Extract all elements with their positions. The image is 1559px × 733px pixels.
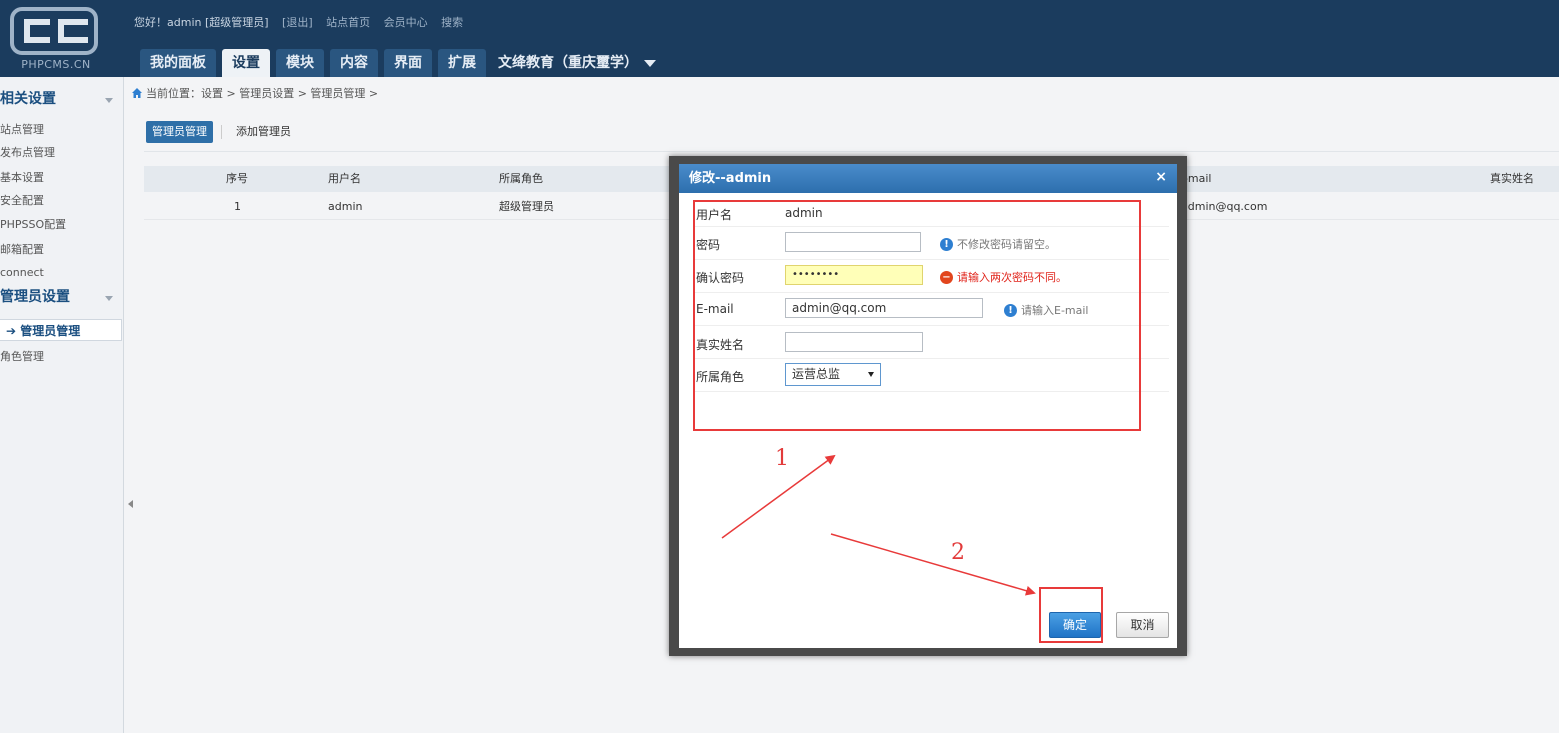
divider bbox=[144, 151, 1559, 152]
sidebar-group-title: 相关设置 bbox=[0, 91, 56, 107]
subtab-admin-manage[interactable]: 管理员管理 bbox=[146, 121, 213, 143]
home-icon bbox=[132, 88, 142, 98]
member-center-link[interactable]: 会员中心 bbox=[384, 16, 428, 29]
annotation-label-2: 2 bbox=[951, 540, 965, 565]
top-user-bar: 您好！admin [超级管理员] [退出] 站点首页 会员中心 搜索 bbox=[134, 14, 473, 30]
pc-logo-icon bbox=[10, 7, 98, 55]
close-icon[interactable]: × bbox=[1155, 164, 1167, 193]
logo-text: PHPCMS.CN bbox=[21, 58, 91, 71]
nav-tab-content[interactable]: 内容 bbox=[330, 49, 378, 77]
subtab-add-admin[interactable]: 添加管理员 bbox=[230, 121, 297, 143]
sidebar-item-basic[interactable]: 基本设置 bbox=[0, 168, 123, 188]
main-nav: 我的面板 设置 模块 内容 界面 扩展 文绛教育（重庆璽学） bbox=[140, 46, 662, 77]
sidebar-item-role-manage[interactable]: 角色管理 bbox=[0, 347, 123, 367]
phpcms-logo[interactable]: PHPCMS.CN bbox=[0, 0, 124, 77]
col-realname: 真实姓名 bbox=[1490, 172, 1534, 185]
breadcrumb: 当前位置：设置 > 管理员设置 > 管理员管理 > bbox=[132, 85, 378, 101]
sidebar-item-site[interactable]: 站点管理 bbox=[0, 120, 123, 140]
cell-email: admin@qq.com bbox=[1181, 200, 1268, 213]
logout-link[interactable]: [退出] bbox=[282, 16, 313, 29]
sidebar-group-related[interactable]: 相关设置 bbox=[0, 85, 123, 113]
col-role: 所属角色 bbox=[499, 172, 543, 185]
subtab-divider bbox=[221, 125, 222, 139]
nav-tab-settings[interactable]: 设置 bbox=[222, 49, 270, 77]
site-selector[interactable]: 文绛教育（重庆璽学） bbox=[492, 49, 662, 77]
cancel-button[interactable]: 取消 bbox=[1116, 612, 1169, 638]
nav-tab-interface[interactable]: 界面 bbox=[384, 49, 432, 77]
sidebar-item-admin-manage[interactable]: ➔ 管理员管理 bbox=[0, 319, 122, 341]
annotation-label-1: 1 bbox=[775, 446, 789, 471]
sidebar-group-admin[interactable]: 管理员设置 bbox=[0, 283, 123, 311]
top-header: PHPCMS.CN 您好！admin [超级管理员] [退出] 站点首页 会员中… bbox=[0, 0, 1559, 77]
annotation-box-form bbox=[693, 200, 1141, 431]
nav-tab-modules[interactable]: 模块 bbox=[276, 49, 324, 77]
dialog-title-bar[interactable]: 修改--admin × bbox=[679, 164, 1177, 193]
search-link[interactable]: 搜索 bbox=[441, 16, 463, 29]
col-index: 序号 bbox=[226, 172, 248, 185]
sidebar-item-phpsso[interactable]: PHPSSO配置 bbox=[0, 215, 123, 235]
greeting-text: 您好！admin [超级管理员] bbox=[134, 16, 269, 29]
subtabs: 管理员管理 添加管理员 bbox=[146, 121, 297, 143]
collapse-arrow-icon bbox=[105, 98, 113, 103]
dialog-title: 修改--admin bbox=[689, 171, 772, 186]
sidebar-item-label: 管理员管理 bbox=[20, 324, 81, 338]
cell-index: 1 bbox=[234, 200, 241, 213]
sidebar-item-connect[interactable]: connect bbox=[0, 263, 123, 283]
sidebar-item-publish[interactable]: 发布点管理 bbox=[0, 143, 123, 163]
sidebar-group-title: 管理员设置 bbox=[0, 289, 70, 305]
cell-role: 超级管理员 bbox=[499, 200, 554, 213]
sidebar-item-security[interactable]: 安全配置 bbox=[0, 191, 123, 211]
nav-tab-panel[interactable]: 我的面板 bbox=[140, 49, 216, 77]
breadcrumb-text: 当前位置：设置 > 管理员设置 > 管理员管理 > bbox=[146, 87, 379, 100]
sidebar-item-email[interactable]: 邮箱配置 bbox=[0, 240, 123, 260]
site-home-link[interactable]: 站点首页 bbox=[326, 16, 370, 29]
nav-tab-extend[interactable]: 扩展 bbox=[438, 49, 486, 77]
cell-username: admin bbox=[328, 200, 363, 213]
collapse-arrow-icon bbox=[105, 296, 113, 301]
caret-down-icon bbox=[644, 59, 656, 67]
col-username: 用户名 bbox=[328, 172, 361, 185]
annotation-box-confirm bbox=[1039, 587, 1103, 643]
arrow-right-icon: ➔ bbox=[6, 324, 17, 338]
site-name: 文绛教育（重庆璽学） bbox=[498, 55, 638, 71]
left-sidebar: 相关设置 站点管理 发布点管理 基本设置 安全配置 PHPSSO配置 邮箱配置 … bbox=[0, 77, 124, 733]
